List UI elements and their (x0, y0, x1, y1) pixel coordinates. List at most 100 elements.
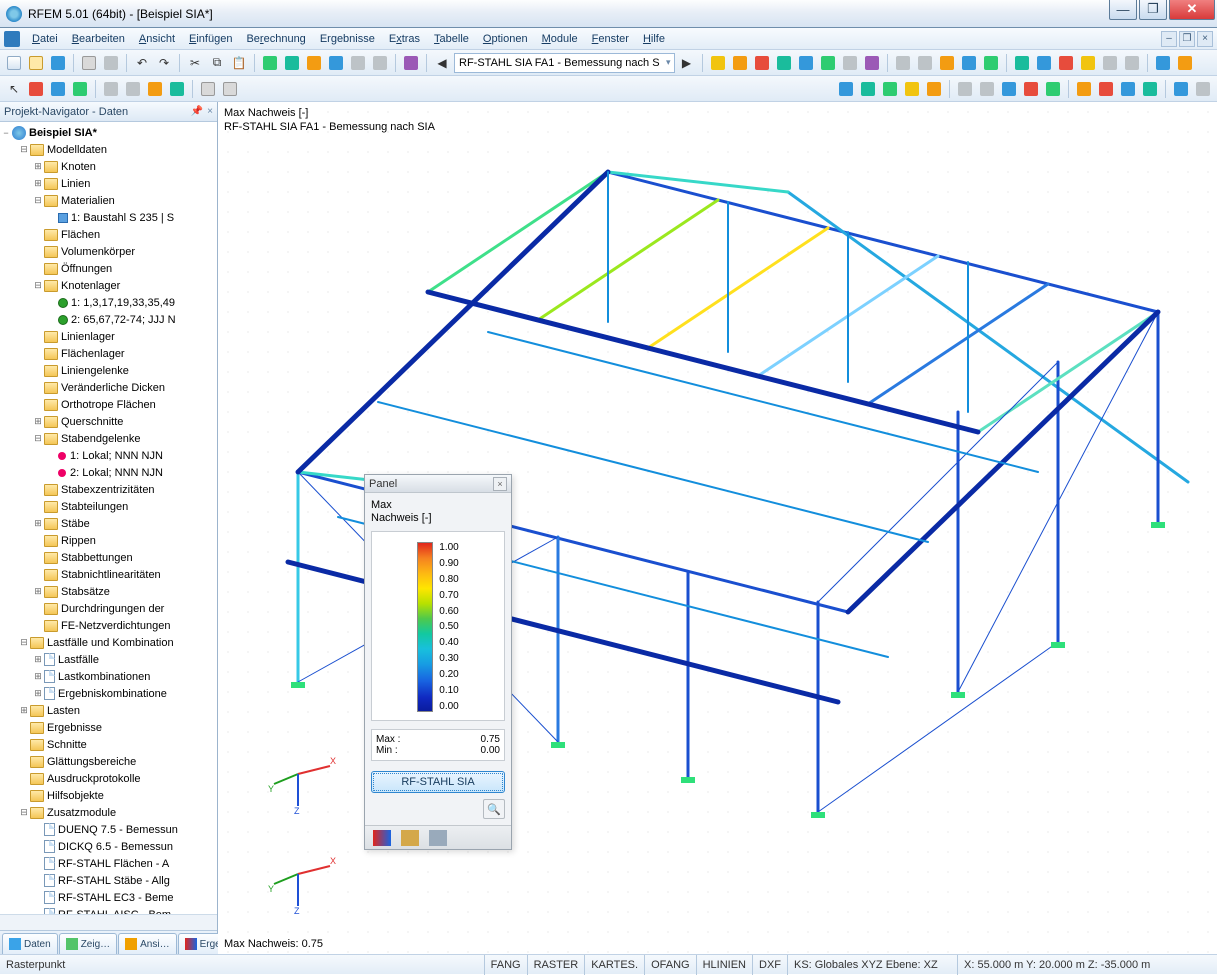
panel-header[interactable]: Panel × (365, 475, 511, 493)
view-1[interactable] (708, 53, 728, 73)
tree-item[interactable]: ⊞Lasten (0, 702, 217, 719)
tree-item[interactable]: Stabteilungen (0, 498, 217, 515)
redo-button[interactable]: ↷ (154, 53, 174, 73)
module-next[interactable]: ▶ (677, 53, 697, 73)
zoom-icon[interactable]: 🔍 (483, 799, 505, 819)
line-tool[interactable] (48, 79, 68, 99)
t2r-10[interactable] (1043, 79, 1063, 99)
status-dxf[interactable]: DXF (752, 955, 787, 975)
status-raster[interactable]: RASTER (527, 955, 585, 975)
tree-item[interactable]: ⊞Querschnitte (0, 413, 217, 430)
minimize-button[interactable]: — (1109, 0, 1137, 20)
cut-button[interactable]: ✂ (185, 53, 205, 73)
view-17[interactable] (1078, 53, 1098, 73)
module-prev[interactable]: ◀ (432, 53, 452, 73)
menu-bearbeiten[interactable]: Bearbeiten (66, 31, 131, 47)
tree-item[interactable]: 1: 1,3,17,19,33,35,49 (0, 294, 217, 311)
tab-ansichten[interactable]: Ansi… (118, 933, 176, 954)
view-6[interactable] (818, 53, 838, 73)
tree-item[interactable]: 2: 65,67,72-74; JJJ N (0, 311, 217, 328)
view-4[interactable] (774, 53, 794, 73)
t2r-1[interactable] (836, 79, 856, 99)
viewport-3d[interactable]: Max Nachweis [-] RF-STAHL SIA FA1 - Beme… (218, 102, 1217, 954)
t2-d[interactable] (167, 79, 187, 99)
t2r-9[interactable] (1021, 79, 1041, 99)
calc-button[interactable] (401, 53, 421, 73)
tree-item[interactable]: ⊞Stabsätze (0, 583, 217, 600)
tree-item[interactable]: Durchdringungen der (0, 600, 217, 617)
tree-item[interactable]: Stabexzentrizitäten (0, 481, 217, 498)
t2r-4[interactable] (902, 79, 922, 99)
tree-item[interactable]: Ergebnisse (0, 719, 217, 736)
tree-item[interactable]: Ausdruckprotokolle (0, 770, 217, 787)
view-18[interactable] (1100, 53, 1120, 73)
tree-item[interactable]: Öffnungen (0, 260, 217, 277)
t2r-6[interactable] (955, 79, 975, 99)
print-preview-button[interactable] (101, 53, 121, 73)
tree-item[interactable]: DICKQ 6.5 - Bemessun (0, 838, 217, 855)
menu-module[interactable]: Module (536, 31, 584, 47)
tree-item[interactable]: ⊞Knoten (0, 158, 217, 175)
tree-item[interactable]: 1: Lokal; NNN NJN (0, 447, 217, 464)
view-14[interactable] (1012, 53, 1032, 73)
panel-close-icon[interactable]: × (493, 477, 507, 491)
tree-item[interactable]: Glättungsbereiche (0, 753, 217, 770)
tree-item[interactable]: Stabnichtlinearitäten (0, 566, 217, 583)
view-19[interactable] (1122, 53, 1142, 73)
tree-item[interactable]: ⊞Stäbe (0, 515, 217, 532)
select-tool[interactable]: ↖ (4, 79, 24, 99)
tree-item[interactable]: ⊟Materialien (0, 192, 217, 209)
menu-ansicht[interactable]: Ansicht (133, 31, 181, 47)
view-15[interactable] (1034, 53, 1054, 73)
menu-datei[interactable]: Datei (26, 31, 64, 47)
t2-f[interactable] (220, 79, 240, 99)
tab-zeigen[interactable]: Zeig… (59, 933, 117, 954)
mdi-restore-button[interactable]: ❐ (1179, 31, 1195, 47)
status-fang[interactable]: FANG (484, 955, 527, 975)
tree-item[interactable]: Rippen (0, 532, 217, 549)
t2r-5[interactable] (924, 79, 944, 99)
view-7[interactable] (840, 53, 860, 73)
view-9[interactable] (893, 53, 913, 73)
view-13[interactable] (981, 53, 1001, 73)
tree-item[interactable]: Liniengelenke (0, 362, 217, 379)
tree-item[interactable]: ⊞Ergebniskombinatione (0, 685, 217, 702)
module-combo[interactable]: RF-STAHL SIA FA1 - Bemessung nach S (454, 53, 675, 73)
paste-button[interactable]: 📋 (229, 53, 249, 73)
t2r-14[interactable] (1140, 79, 1160, 99)
tree-item[interactable]: ⊞Lastkombinationen (0, 668, 217, 685)
view-12[interactable] (959, 53, 979, 73)
new-button[interactable] (4, 53, 24, 73)
node-tool[interactable] (26, 79, 46, 99)
t2r-15[interactable] (1171, 79, 1191, 99)
menu-extras[interactable]: Extras (383, 31, 426, 47)
t2r-8[interactable] (999, 79, 1019, 99)
tool-d[interactable] (326, 53, 346, 73)
tool-b[interactable] (282, 53, 302, 73)
tree-item[interactable]: ⊟Stabendgelenke (0, 430, 217, 447)
status-kartes[interactable]: KARTES. (584, 955, 644, 975)
t2-c[interactable] (145, 79, 165, 99)
close-button[interactable]: ✕ (1169, 0, 1215, 20)
tree-item[interactable]: Orthotrope Flächen (0, 396, 217, 413)
tree-item[interactable]: Linienlager (0, 328, 217, 345)
menu-ergebnisse[interactable]: Ergebnisse (314, 31, 381, 47)
t2r-13[interactable] (1118, 79, 1138, 99)
view-8[interactable] (862, 53, 882, 73)
pin-icon[interactable]: 📌 (191, 106, 203, 117)
tree-item[interactable]: DUENQ 7.5 - Bemessun (0, 821, 217, 838)
tree-item[interactable]: Stabbettungen (0, 549, 217, 566)
tree-item[interactable]: ⊟Lastfälle und Kombination (0, 634, 217, 651)
tree-item[interactable]: RF-STAHL EC3 - Beme (0, 889, 217, 906)
t2-e[interactable] (198, 79, 218, 99)
mdi-close-button[interactable]: × (1197, 31, 1213, 47)
view-3[interactable] (752, 53, 772, 73)
panel-tab-2[interactable] (401, 830, 419, 846)
status-hlinien[interactable]: HLINIEN (696, 955, 752, 975)
view-11[interactable] (937, 53, 957, 73)
t2r-3[interactable] (880, 79, 900, 99)
module-button[interactable]: RF-STAHL SIA (371, 771, 505, 793)
t2-b[interactable] (123, 79, 143, 99)
status-ofang[interactable]: OFANG (644, 955, 696, 975)
tree-item[interactable]: ⊟Zusatzmodule (0, 804, 217, 821)
